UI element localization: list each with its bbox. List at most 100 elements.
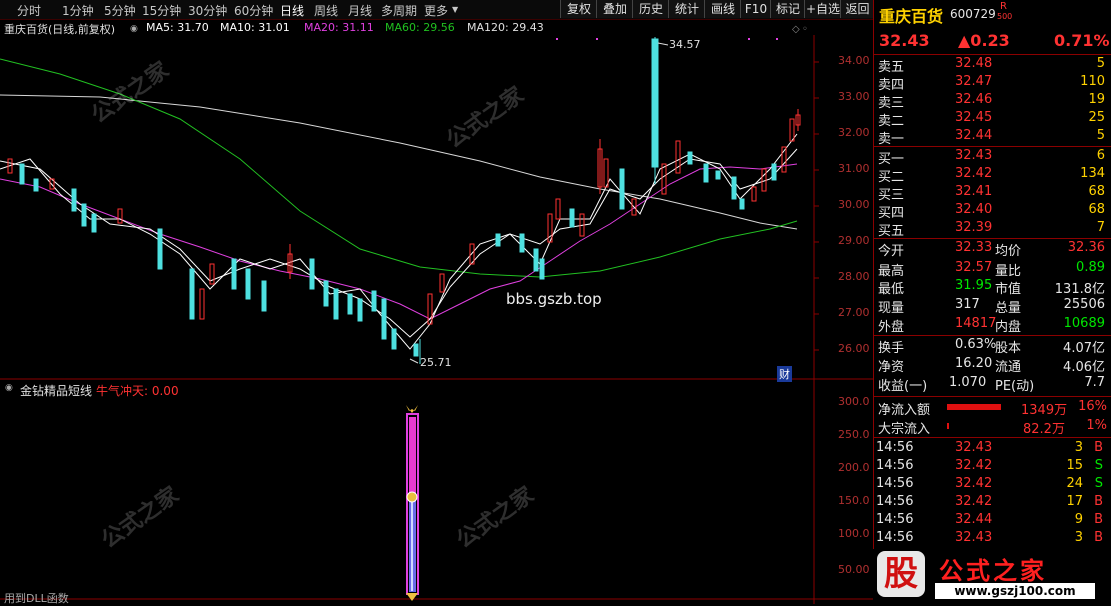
stat-value: 7.7 (1084, 375, 1105, 390)
flow-value: 82.2万 (1023, 422, 1065, 437)
tab-fenshi[interactable]: 分时 (17, 2, 41, 19)
tick-row: 14:56 32.42 17 B (873, 494, 1111, 512)
stat-label: 量比 (995, 264, 1022, 279)
stat-label: 换手 (878, 341, 905, 356)
tick-side: S (1094, 458, 1103, 473)
ask-row-1[interactable]: 卖一 32.44 5 (873, 128, 1111, 147)
stat-value: 25506 (1063, 297, 1105, 312)
site-annotation: bbs.gszb.top (506, 290, 602, 308)
tab-monthly[interactable]: 月线 (348, 2, 372, 19)
stat-label: 外盘 (878, 320, 905, 335)
add-watchlist-button[interactable]: +自选 (804, 0, 841, 18)
indicator-name: 金钻精品短线 (20, 384, 93, 398)
stat-label: 收益(一) (878, 379, 928, 394)
flow-label: 大宗流入 (878, 422, 931, 437)
stat-value: 0.89 (1076, 260, 1105, 275)
flow-label: 净流入额 (878, 403, 931, 418)
sub-tick-100: 100.0 (838, 527, 870, 540)
stat-value: 14817 (955, 316, 997, 331)
tab-5min[interactable]: 5分钟 (104, 2, 136, 19)
stat-value: 317 (955, 297, 980, 312)
stat-label: 最高 (878, 264, 905, 279)
f10-button[interactable]: F10 (740, 0, 771, 18)
bid-row-1[interactable]: 买一 32.43 6 (873, 148, 1111, 167)
tab-more[interactable]: 更多 (424, 2, 448, 19)
ask-row-4[interactable]: 卖四 32.47 110 (873, 74, 1111, 93)
r-tag: R (1000, 1, 1007, 12)
bid-price: 32.39 (955, 220, 993, 235)
stat-value: 4.07亿 (1063, 341, 1105, 356)
ask-row-3[interactable]: 卖三 32.46 19 (873, 92, 1111, 111)
stock-code: 600729 (950, 7, 996, 21)
more-chevron-icon[interactable]: ▼ (452, 5, 458, 14)
bid-row-4[interactable]: 买四 32.40 68 (873, 202, 1111, 221)
back-button[interactable]: 返回 (840, 0, 874, 18)
stat-label: 市值 (995, 282, 1022, 297)
tick-time: 14:56 (876, 458, 914, 473)
tab-multi-period[interactable]: 多周期 (381, 2, 417, 19)
ask-label: 卖五 (878, 60, 905, 75)
bid-row-5[interactable]: 买五 32.39 7 (873, 220, 1111, 239)
bid-price: 32.43 (955, 148, 993, 163)
tab-30min[interactable]: 30分钟 (188, 2, 227, 19)
site-logo: 股 公式之家 www.gszj100.com (873, 549, 1111, 604)
bid-volume: 7 (1096, 220, 1105, 235)
ask-row-2[interactable]: 卖二 32.45 25 (873, 110, 1111, 129)
indicator-bar (406, 405, 419, 601)
top-markers (556, 38, 778, 40)
price-change: ▲0.23 (958, 31, 1010, 50)
tick-row: 14:56 32.42 15 S (873, 458, 1111, 476)
tick-side: B (1094, 494, 1103, 509)
stat-value: 16.20 (955, 356, 993, 371)
fundamental-row: 净资 16.20 流通 4.06亿 (873, 356, 1111, 375)
tick-volume: 24 (1066, 476, 1083, 491)
overlay-button[interactable]: 叠加 (596, 0, 633, 18)
history-button[interactable]: 历史 (632, 0, 669, 18)
stat-label: 现量 (878, 301, 905, 316)
restore-rights-button[interactable]: 复权 (560, 0, 597, 18)
stats-button[interactable]: 统计 (668, 0, 705, 18)
stat-row: 今开 32.33 均价 32.36 (873, 240, 1111, 259)
sub-tick-250: 250.0 (838, 428, 870, 441)
ask-price: 32.47 (955, 74, 993, 89)
tab-60min[interactable]: 60分钟 (234, 2, 273, 19)
tick-price: 32.42 (955, 476, 993, 491)
tick-price: 32.43 (955, 530, 993, 545)
stat-row: 现量 317 总量 25506 (873, 297, 1111, 316)
diamond-icon[interactable]: ◇ (792, 24, 800, 35)
ask-volume: 110 (1080, 74, 1105, 89)
indicator-options-icon[interactable]: ◉ (5, 383, 13, 393)
tick-time: 14:56 (876, 530, 914, 545)
stat-label: 净资 (878, 360, 905, 375)
stat-label: 内盘 (995, 320, 1022, 335)
bid-row-3[interactable]: 买三 32.41 68 (873, 184, 1111, 203)
bid-volume: 68 (1088, 184, 1105, 199)
stat-row: 最高 32.57 量比 0.89 (873, 260, 1111, 279)
tab-15min[interactable]: 15分钟 (142, 2, 181, 19)
fundamental-row: 换手 0.63% 股本 4.07亿 (873, 337, 1111, 356)
settings-dot-icon[interactable]: ◦ (802, 24, 808, 35)
stat-row: 最低 31.95 市值 131.8亿 (873, 278, 1111, 297)
sub-tick-300: 300.0 (838, 395, 870, 408)
tick-side: B (1094, 512, 1103, 527)
tab-daily[interactable]: 日线 (280, 2, 304, 19)
tab-1min[interactable]: 1分钟 (62, 2, 94, 19)
bid-price: 32.40 (955, 202, 993, 217)
tick-price: 32.43 (955, 440, 993, 455)
stock-name: 重庆百货 (879, 7, 944, 26)
index-500-tag: 500 (997, 12, 1013, 21)
tick-time: 14:56 (876, 476, 914, 491)
mark-button[interactable]: 标记 (770, 0, 805, 18)
ask-price: 32.44 (955, 128, 993, 143)
bid-row-2[interactable]: 买二 32.42 134 (873, 166, 1111, 185)
current-price: 32.43 (879, 31, 930, 50)
finance-marker[interactable]: 财 (777, 366, 792, 382)
ask-row-5[interactable]: 卖五 32.48 5 (873, 56, 1111, 75)
bid-label: 买五 (878, 224, 905, 239)
tab-weekly[interactable]: 周线 (314, 2, 338, 19)
draw-button[interactable]: 画线 (704, 0, 741, 18)
price-tick-29: 29.00 (838, 234, 870, 247)
price-tick-31: 31.00 (838, 162, 870, 175)
stat-value: 4.06亿 (1063, 360, 1105, 375)
price-tick-32: 32.00 (838, 126, 870, 139)
